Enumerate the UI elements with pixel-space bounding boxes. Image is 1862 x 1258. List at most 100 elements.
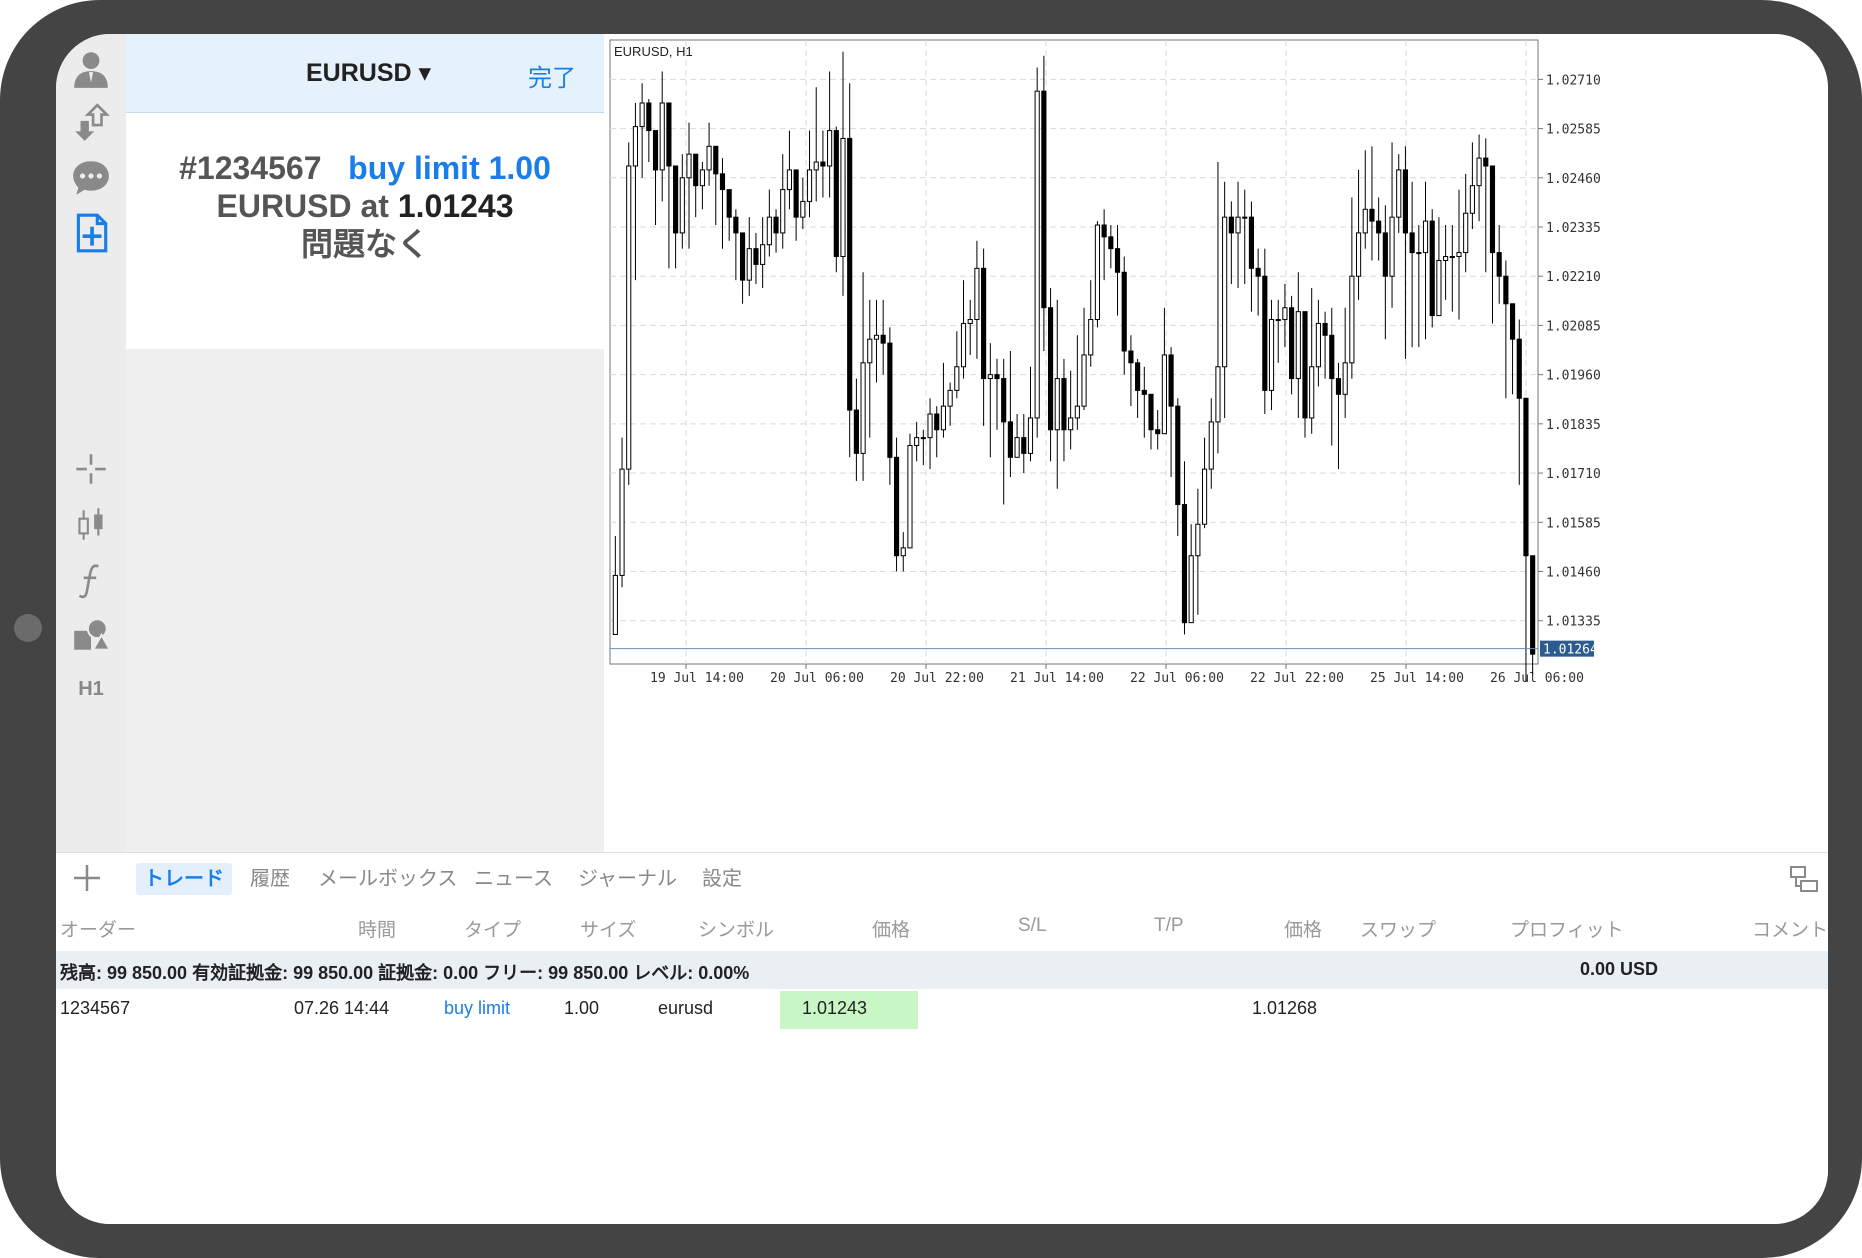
- y-tick-label: 1.01960: [1546, 369, 1601, 384]
- objects-button[interactable]: [64, 610, 118, 660]
- candle-bull: [1081, 354, 1087, 407]
- candle-bear: [773, 216, 779, 234]
- candle-bull: [914, 437, 920, 447]
- candle-bear: [1041, 90, 1047, 309]
- col-time[interactable]: 時間: [358, 915, 396, 942]
- order-result-line-2: EURUSD at 1.01243: [126, 187, 604, 225]
- cell-symbol: eurusd: [658, 998, 714, 1018]
- col-swap[interactable]: スワップ: [1360, 915, 1436, 942]
- col-profit[interactable]: プロフィット: [1510, 915, 1624, 942]
- y-tick-label: 1.01710: [1546, 467, 1601, 482]
- x-tick-label: 20 Jul 06:00: [770, 671, 864, 686]
- x-tick-label: 19 Jul 14:00: [650, 671, 744, 686]
- candle-bear: [1516, 338, 1522, 399]
- new-order-button[interactable]: [64, 208, 118, 258]
- candle-bear: [1108, 236, 1114, 250]
- candle-bull: [1389, 216, 1395, 277]
- candle-bear: [1409, 232, 1415, 254]
- candle-bear: [1503, 275, 1509, 305]
- balance-summary: 残高: 99 850.00 有効証拠金: 99 850.00 証拠金: 0.00…: [60, 963, 750, 983]
- candle-bull: [907, 445, 913, 549]
- candle-bear: [847, 137, 853, 411]
- layout-icon[interactable]: [1788, 863, 1820, 895]
- candle-bull: [686, 153, 692, 179]
- indicators-icon: [78, 564, 99, 599]
- candle-bull: [1469, 185, 1475, 214]
- tab-trade[interactable]: トレード: [136, 863, 232, 895]
- candle-bull: [920, 437, 926, 440]
- candle-bear: [893, 456, 900, 557]
- col-order[interactable]: オーダー: [60, 915, 136, 942]
- candle-bull: [679, 177, 685, 234]
- camera-dot: [14, 614, 42, 642]
- candle-bull: [1355, 232, 1362, 277]
- done-button[interactable]: 完了: [528, 58, 576, 93]
- candle-bull: [1436, 259, 1442, 317]
- col-comment[interactable]: コメント: [1752, 915, 1828, 942]
- trade-button[interactable]: [64, 98, 118, 148]
- candle-bear: [1061, 378, 1067, 431]
- candle-bear: [733, 216, 739, 234]
- cell-current-price: 1.01268: [1252, 998, 1318, 1018]
- column-headers: オーダー 時間 タイプ サイズ シンボル 価格 S/L T/P 価格 スワップ …: [56, 905, 1828, 949]
- candle-bear: [853, 409, 859, 454]
- candle-bear: [1489, 165, 1496, 254]
- candle-bull: [960, 322, 967, 368]
- price-chart[interactable]: 1.02710 1.02585 1.02460 1.02335 1.02210 1.020…: [604, 34, 1828, 852]
- candle-bull: [1463, 212, 1469, 254]
- candle-bull: [813, 161, 819, 171]
- tab-news[interactable]: ニュース: [466, 863, 561, 895]
- candle-bear: [652, 130, 659, 171]
- col-price[interactable]: 価格: [872, 915, 910, 942]
- candle-bear: [719, 173, 726, 191]
- tab-mailbox[interactable]: メールボックス: [310, 863, 465, 895]
- order-result-line-1: #1234567 buy limit 1.00: [126, 149, 604, 187]
- candle-bear: [820, 161, 826, 167]
- candle-bull: [1068, 417, 1074, 431]
- chart-type-button[interactable]: [64, 500, 118, 550]
- tab-history[interactable]: 履歴: [242, 863, 298, 895]
- screen: H1 EURUSD ▾ 完了 #1234567 buy limit 1.00 E…: [56, 34, 1828, 1224]
- table-row[interactable]: 1234567 07.26 14:44 buy limit 1.00 eurus…: [56, 989, 1828, 1029]
- chat-button[interactable]: [64, 152, 118, 202]
- candle-bull: [1027, 417, 1034, 454]
- col-size[interactable]: サイズ: [580, 915, 636, 942]
- candle-bull: [1315, 322, 1321, 368]
- indicators-button[interactable]: [64, 556, 118, 606]
- candle-bull: [947, 389, 953, 407]
- col-tp[interactable]: T/P: [1154, 915, 1184, 937]
- crosshair-button[interactable]: [64, 444, 118, 494]
- symbol-selector[interactable]: EURUSD ▾: [306, 58, 431, 88]
- candle-bull: [954, 366, 960, 391]
- cell-price: 1.01243: [802, 998, 868, 1018]
- candle-bull: [786, 169, 793, 191]
- candle-bear: [1141, 389, 1147, 395]
- candle-bull: [1456, 252, 1462, 258]
- candle-bull: [1349, 275, 1355, 364]
- candle-bear: [880, 334, 886, 344]
- candle-bull: [1295, 311, 1301, 380]
- col-current-price[interactable]: 価格: [1284, 915, 1322, 942]
- cell-type: buy limit: [444, 998, 511, 1018]
- candle-bear: [1262, 275, 1268, 391]
- timeframe-button[interactable]: H1: [64, 664, 118, 714]
- chart-svg[interactable]: 1.02710 1.02585 1.02460 1.02335 1.02210 1.020…: [604, 34, 1828, 852]
- col-symbol[interactable]: シンボル: [698, 915, 774, 942]
- candle-bear: [1429, 220, 1435, 317]
- candle-bear: [1509, 303, 1516, 340]
- col-sl[interactable]: S/L: [1018, 915, 1047, 937]
- tab-journal[interactable]: ジャーナル: [570, 863, 685, 895]
- account-button[interactable]: [64, 44, 118, 94]
- candle-bear: [934, 413, 940, 431]
- candle-bear: [673, 165, 679, 234]
- candle-bull: [1014, 437, 1020, 458]
- candle-bull: [1268, 319, 1275, 391]
- candle-bear: [1175, 405, 1181, 506]
- tab-settings[interactable]: 設定: [694, 863, 750, 895]
- col-type[interactable]: タイプ: [464, 915, 521, 942]
- balance-profit: 0.00 USD: [1580, 959, 1659, 979]
- add-icon[interactable]: [70, 861, 104, 895]
- candle-bull: [860, 362, 866, 454]
- candle-bull: [1282, 307, 1288, 321]
- candle-bear: [1483, 157, 1489, 167]
